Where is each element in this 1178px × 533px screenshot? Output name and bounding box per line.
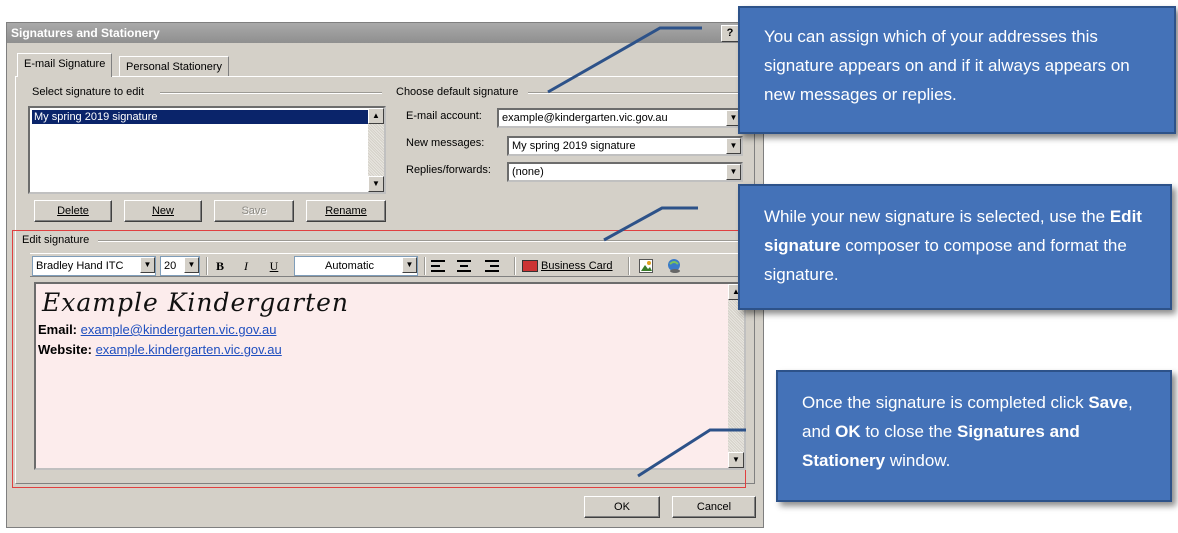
callout-save-text: to close the [860,422,957,441]
callout-save-text: Once the signature is completed click [802,393,1089,412]
callout-account-text: You can assign which of your addresses t… [764,27,1130,104]
tab-email-signature[interactable]: E-mail Signature [17,53,113,77]
connector-line [637,428,746,478]
callout-save-text: window. [885,451,951,470]
callout-save-ok: Once the signature is completed click Sa… [776,370,1172,502]
callout-edit-signature: While your new signature is selected, us… [738,184,1172,310]
callout-email-account: You can assign which of your addresses t… [738,6,1176,134]
callout-compose-text: While your new signature is selected, us… [764,207,1110,226]
callout-save-bold: OK [835,422,861,441]
connector-line [603,206,698,242]
callout-save-bold: Save [1088,393,1129,412]
connector-line [547,26,702,94]
